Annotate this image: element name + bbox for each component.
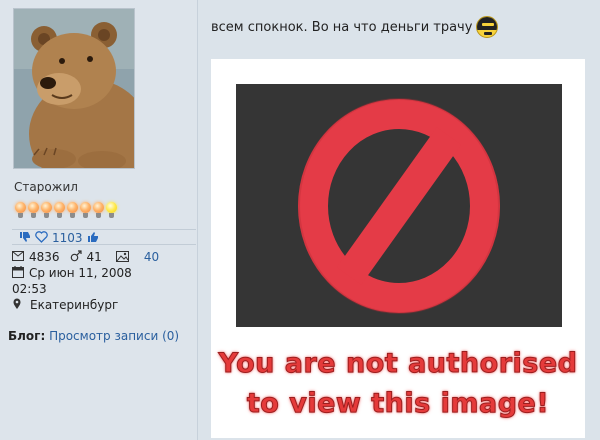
bulb-icon bbox=[40, 202, 53, 220]
masked-smiley-icon bbox=[476, 16, 499, 38]
blog-label: Блог: bbox=[8, 329, 46, 343]
envelope-icon bbox=[12, 251, 26, 263]
user-profile-panel: Старожил 1103 4836 41 40 Ср июн 11, 2008… bbox=[0, 0, 198, 440]
bulb-icon bbox=[92, 202, 105, 220]
likes-count: 1103 bbox=[52, 230, 83, 245]
bulb-icon bbox=[105, 202, 118, 220]
bulb-icon bbox=[14, 202, 27, 220]
heart-icon[interactable] bbox=[35, 230, 48, 245]
stats-row-registered: Ср июн 11, 2008 bbox=[12, 265, 196, 281]
thumb-up-icon[interactable] bbox=[87, 231, 99, 245]
gender-count: 41 bbox=[86, 250, 102, 264]
bulb-icon bbox=[53, 202, 66, 220]
user-stats: 4836 41 40 Ср июн 11, 2008 02:53 Екатери… bbox=[12, 249, 196, 313]
stats-row-location: Екатеринбург bbox=[12, 297, 196, 313]
post-image[interactable]: You are not authorised to view this imag… bbox=[211, 59, 585, 438]
bulb-icon bbox=[79, 202, 92, 220]
stats-row-time: 02:53 bbox=[12, 281, 196, 297]
stats-row-counts: 4836 41 40 bbox=[12, 249, 196, 265]
location: Екатеринбург bbox=[30, 298, 119, 312]
user-rank: Старожил bbox=[14, 180, 78, 194]
bulb-icon bbox=[27, 202, 40, 220]
forbidden-icon bbox=[298, 98, 500, 314]
thumb-down-icon[interactable] bbox=[19, 231, 31, 245]
bear-avatar-image bbox=[14, 9, 134, 168]
not-authorised-line1: You are not authorised bbox=[218, 348, 578, 380]
male-icon bbox=[70, 250, 84, 264]
blog-line: Блог: Просмотр записи (0) bbox=[8, 329, 179, 343]
rank-bulbs bbox=[14, 202, 118, 220]
post-text-line: всем спокнок. Во на что деньги трачу bbox=[211, 16, 499, 38]
placeholder-dark-panel bbox=[236, 84, 562, 327]
registered-time: 02:53 bbox=[12, 282, 47, 296]
blog-entries-link[interactable]: Просмотр записи (0) bbox=[49, 329, 179, 343]
calendar-icon bbox=[12, 266, 26, 280]
post-text: всем спокнок. Во на что деньги трачу bbox=[211, 19, 473, 35]
registered-date: Ср июн 11, 2008 bbox=[29, 266, 132, 280]
reputation-bar: 1103 bbox=[12, 229, 196, 245]
image-icon bbox=[115, 250, 130, 264]
location-pin-icon bbox=[12, 298, 26, 312]
post-body: всем спокнок. Во на что деньги трачу You… bbox=[199, 0, 600, 440]
not-authorised-line2: to view this image! bbox=[246, 388, 550, 420]
avatar[interactable] bbox=[13, 8, 135, 169]
bulb-icon bbox=[66, 202, 79, 220]
messages-count[interactable]: 4836 bbox=[29, 250, 60, 264]
images-count[interactable]: 40 bbox=[144, 250, 159, 264]
